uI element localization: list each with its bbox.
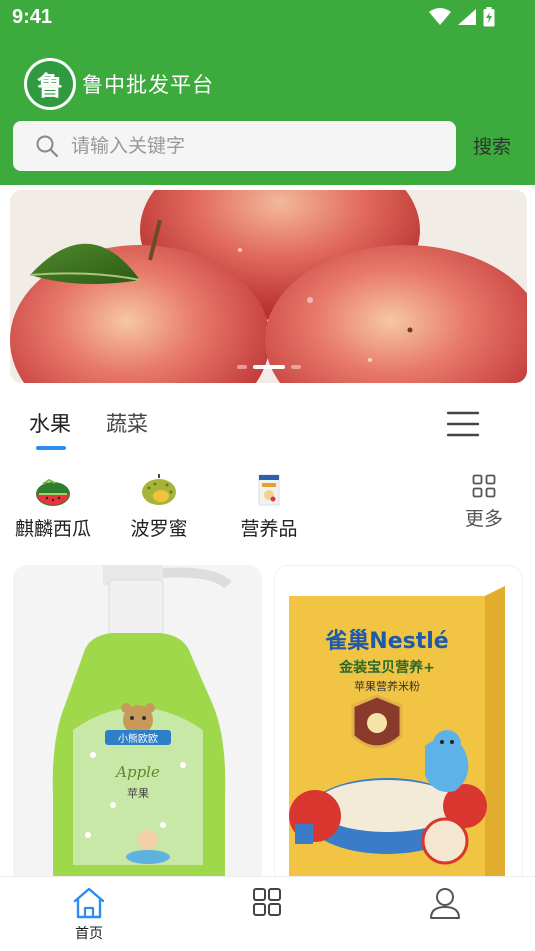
search-button[interactable]: 搜索	[473, 132, 511, 159]
search-icon	[36, 135, 59, 158]
banner-apples-image	[10, 190, 527, 383]
category-item-nutrition[interactable]: 营养品	[224, 470, 314, 541]
search-bar[interactable]	[13, 121, 456, 171]
tab-vegetables[interactable]: 蔬菜	[106, 408, 148, 438]
nestle-flavor-text: 苹果营养米粉	[354, 679, 420, 693]
product-card[interactable]: 雀巢Nestlé 金装宝贝营养+ 苹果营养米粉	[274, 565, 523, 885]
more-label: 更多	[464, 508, 503, 530]
platform-logo: 鲁	[24, 58, 76, 110]
product-image-baby-wash: 小熊欧欧 Apple 苹果	[13, 565, 262, 885]
battery-icon	[483, 7, 495, 27]
watermelon-image	[36, 478, 70, 506]
promo-banner[interactable]	[10, 190, 527, 383]
pagination-dot[interactable]	[290, 365, 301, 369]
bottle-brand-text: 小熊欧欧	[118, 732, 158, 745]
banner-pagination	[10, 365, 527, 369]
category-label: 波罗蜜	[130, 518, 188, 540]
status-time: 9:41	[12, 6, 53, 28]
bottle-cn-text: 苹果	[127, 786, 149, 800]
status-icons	[429, 7, 495, 27]
tab-active-indicator	[36, 446, 66, 450]
nav-profile[interactable]	[405, 887, 485, 919]
category-label: 麒麟西瓜	[14, 518, 91, 540]
jackfruit-image	[142, 474, 176, 505]
bottle-apple-text: Apple	[114, 763, 160, 781]
tab-fruit[interactable]: 水果	[29, 408, 71, 438]
hamburger-menu-icon[interactable]	[447, 410, 479, 438]
nestle-subtitle-text: 金装宝贝营养+	[338, 659, 435, 676]
nav-home-label: 首页	[75, 926, 103, 942]
nestle-brand-text: 雀巢Nestlé	[324, 628, 448, 654]
status-bar: 9:41	[0, 0, 535, 36]
app-title: 鲁中批发平台	[82, 73, 214, 97]
logo-mark: 鲁	[27, 61, 73, 107]
app-header: 9:41 鲁 鲁中批发平台 搜索	[0, 0, 535, 185]
wifi-icon	[429, 8, 451, 25]
signal-icon	[458, 9, 476, 25]
product-card[interactable]: 小熊欧欧 Apple 苹果	[13, 565, 262, 885]
nav-home[interactable]: 首页	[49, 887, 129, 943]
home-icon	[73, 887, 105, 919]
pagination-dot[interactable]	[236, 365, 247, 369]
app-screen: 9:41 鲁 鲁中批发平台 搜索	[0, 0, 535, 951]
category-label: 营养品	[240, 518, 298, 540]
search-input[interactable]	[71, 135, 411, 157]
nutrition-box-image	[258, 474, 280, 506]
brand: 鲁 鲁中批发平台	[24, 58, 214, 110]
more-categories-button[interactable]: 更多	[458, 474, 510, 531]
category-grid-icon	[253, 888, 281, 916]
user-icon	[430, 888, 460, 919]
pagination-dot-active[interactable]	[252, 365, 285, 369]
product-image-nestle-cereal: 雀巢Nestlé 金装宝贝营养+ 苹果营养米粉	[275, 566, 522, 884]
nav-categories[interactable]	[227, 887, 307, 917]
grid-icon	[472, 474, 496, 498]
category-item-watermelon[interactable]: 麒麟西瓜	[8, 470, 98, 541]
category-item-jackfruit[interactable]: 波罗蜜	[114, 470, 204, 541]
bottom-navigation: 首页	[0, 876, 535, 951]
